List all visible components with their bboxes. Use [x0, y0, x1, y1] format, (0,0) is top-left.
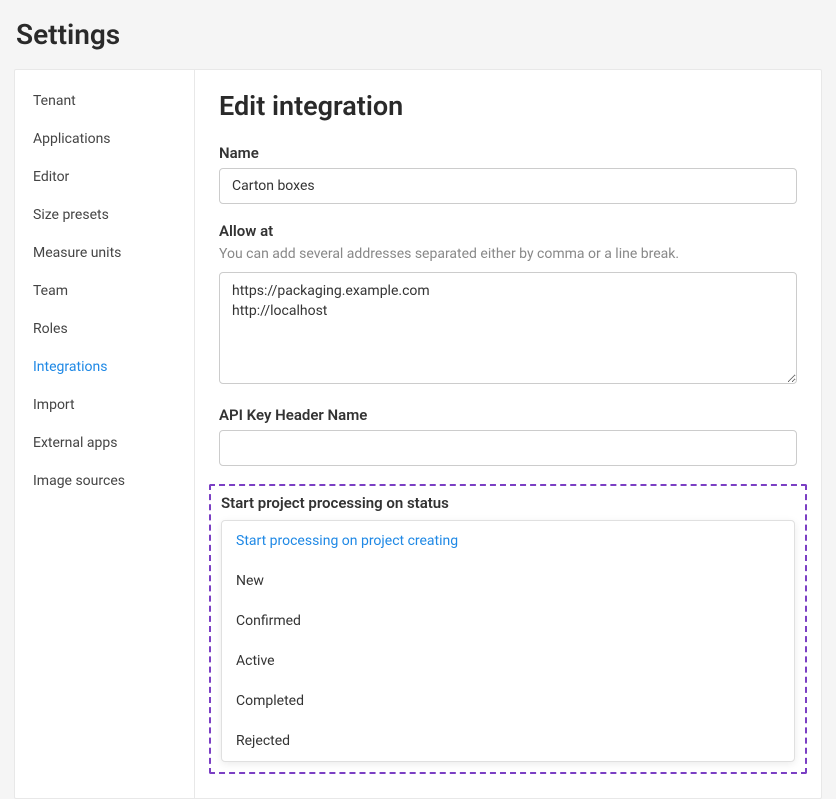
sidebar-item-tenant[interactable]: Tenant [15, 82, 194, 120]
allow-at-field-group: Allow at You can add several addresses s… [219, 222, 797, 388]
start-project-highlight: Start project processing on status Start… [209, 484, 807, 774]
page-title: Settings [0, 0, 836, 69]
api-key-input[interactable] [219, 430, 797, 466]
dropdown-option[interactable]: New [222, 561, 794, 601]
settings-sidebar: TenantApplicationsEditorSize presetsMeas… [15, 70, 195, 798]
dropdown-option[interactable]: Start processing on project creating [222, 521, 794, 561]
sidebar-item-size-presets[interactable]: Size presets [15, 196, 194, 234]
main-panel: Edit integration Name Allow at You can a… [195, 70, 821, 798]
main-heading: Edit integration [219, 90, 797, 122]
dropdown-option[interactable]: Completed [222, 681, 794, 721]
sidebar-item-import[interactable]: Import [15, 386, 194, 424]
dropdown-option[interactable]: Rejected [222, 721, 794, 761]
api-key-label: API Key Header Name [219, 406, 797, 424]
sidebar-item-team[interactable]: Team [15, 272, 194, 310]
dropdown-option[interactable]: Active [222, 641, 794, 681]
name-field-group: Name [219, 144, 797, 204]
sidebar-item-integrations[interactable]: Integrations [15, 348, 194, 386]
sidebar-item-image-sources[interactable]: Image sources [15, 462, 194, 500]
settings-container: TenantApplicationsEditorSize presetsMeas… [14, 69, 822, 799]
allow-at-label: Allow at [219, 222, 797, 240]
sidebar-item-external-apps[interactable]: External apps [15, 424, 194, 462]
name-label: Name [219, 144, 797, 162]
sidebar-item-roles[interactable]: Roles [15, 310, 194, 348]
allow-at-hint: You can add several addresses separated … [219, 246, 797, 262]
dropdown-option[interactable]: Confirmed [222, 601, 794, 641]
start-project-dropdown[interactable]: Start processing on project creatingNewC… [221, 520, 795, 762]
sidebar-item-measure-units[interactable]: Measure units [15, 234, 194, 272]
start-project-label: Start project processing on status [221, 494, 795, 512]
sidebar-item-editor[interactable]: Editor [15, 158, 194, 196]
sidebar-item-applications[interactable]: Applications [15, 120, 194, 158]
allow-at-textarea[interactable] [219, 272, 797, 384]
name-input[interactable] [219, 168, 797, 204]
api-key-field-group: API Key Header Name [219, 406, 797, 466]
